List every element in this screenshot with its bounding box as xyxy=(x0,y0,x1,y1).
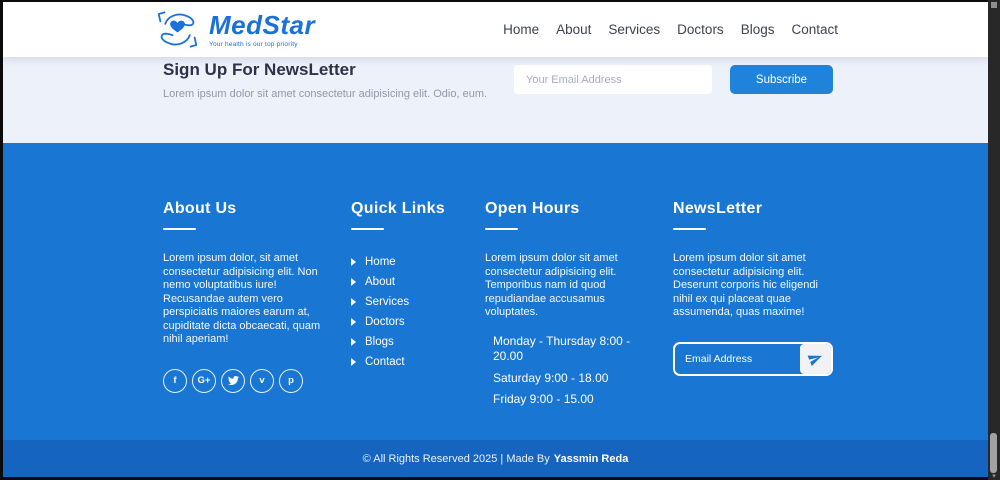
quick-link-doctors[interactable]: Doctors xyxy=(351,312,485,332)
scroll-indicator-icon xyxy=(991,2,997,8)
quick-link-blogs[interactable]: Blogs xyxy=(351,332,485,352)
about-title: About Us xyxy=(163,200,237,217)
caret-right-icon xyxy=(351,298,356,306)
hours-list: Monday - Thursday 8:00 - 20.00 Saturday … xyxy=(485,334,673,408)
heading-underline xyxy=(673,228,706,230)
navbar: MedStar Your health is our top priority … xyxy=(3,2,988,57)
caret-right-icon xyxy=(351,278,356,286)
footer-email-input[interactable] xyxy=(675,343,800,374)
browser-page: MedStar Your health is our top priority … xyxy=(3,2,988,477)
footer-email-form xyxy=(673,341,833,376)
main-nav: Home About Services Doctors Blogs Contac… xyxy=(503,22,838,37)
medstar-logo[interactable]: MedStar Your health is our top priority xyxy=(153,8,315,51)
scrollbar-thumb[interactable] xyxy=(990,433,997,473)
quick-link-contact[interactable]: Contact xyxy=(351,352,485,372)
paper-plane-icon xyxy=(807,355,822,367)
google-plus-icon[interactable]: G+ xyxy=(192,368,216,393)
vimeo-icon[interactable]: v xyxy=(250,368,274,393)
logo-tagline: Your health is our top priority xyxy=(209,40,298,48)
footer-about-column: About Us Lorem ipsum dolor, sit amet con… xyxy=(163,200,351,408)
quick-links-title: Quick Links xyxy=(351,200,445,217)
heading-underline xyxy=(485,228,518,230)
nav-link-doctors[interactable]: Doctors xyxy=(677,22,724,37)
footer: About Us Lorem ipsum dolor, sit amet con… xyxy=(3,143,988,440)
quick-links-list: Home About Services Doctors Blogs Contac… xyxy=(351,252,485,372)
nav-link-contact[interactable]: Contact xyxy=(791,22,838,37)
heading-underline xyxy=(163,228,196,230)
scrollbar-down-arrow[interactable]: ▾ xyxy=(988,473,1000,480)
logo-text: MedStar Your health is our top priority xyxy=(209,12,315,48)
footer-quick-links-column: Quick Links Home About Services Doctors … xyxy=(351,200,485,408)
footer-open-hours-column: Open Hours Lorem ipsum dolor sit amet co… xyxy=(485,200,673,408)
facebook-icon[interactable]: f xyxy=(163,368,187,393)
nav-link-blogs[interactable]: Blogs xyxy=(741,22,775,37)
open-hours-text: Lorem ipsum dolor sit amet consectetur a… xyxy=(485,252,618,318)
quick-link-services[interactable]: Services xyxy=(351,292,485,312)
caret-right-icon xyxy=(351,318,356,326)
browser-scrollbar[interactable]: ▾ xyxy=(988,0,1000,480)
social-links: f G+ v p xyxy=(163,368,351,393)
about-text: Lorem ipsum dolor, sit amet consectetur … xyxy=(163,252,321,345)
twitter-icon[interactable] xyxy=(221,368,245,393)
quick-link-about[interactable]: About xyxy=(351,272,485,292)
footer-newsletter-title: NewsLetter xyxy=(673,200,763,217)
nav-link-about[interactable]: About xyxy=(556,22,591,37)
caret-right-icon xyxy=(351,258,356,266)
hours-weekdays: Monday - Thursday 8:00 - 20.00 xyxy=(493,333,631,364)
logo-name: MedStar xyxy=(209,9,316,40)
hours-friday: Friday 9:00 - 15.00 xyxy=(493,392,594,406)
footer-newsletter-text: Lorem ipsum dolor sit amet consectetur a… xyxy=(673,252,818,318)
quick-link-home[interactable]: Home xyxy=(351,252,485,272)
pinterest-icon[interactable]: p xyxy=(279,368,303,393)
send-button[interactable] xyxy=(800,343,831,374)
author-name: Yassmin Reda xyxy=(553,452,629,465)
subscribe-button[interactable]: Subscribe xyxy=(730,65,833,94)
copyright-bar: © All Rights Reserved 2025 | Made By Yas… xyxy=(3,440,988,477)
open-hours-title: Open Hours xyxy=(485,200,580,217)
copyright-text: © All Rights Reserved 2025 | Made By xyxy=(362,452,550,465)
signup-email-input[interactable] xyxy=(514,65,712,94)
signup-title: Sign Up For NewsLetter xyxy=(163,60,356,79)
nav-link-home[interactable]: Home xyxy=(503,22,539,37)
heading-underline xyxy=(351,228,384,230)
signup-form: Subscribe xyxy=(514,65,833,94)
caret-right-icon xyxy=(351,358,356,366)
footer-newsletter-column: NewsLetter Lorem ipsum dolor sit amet co… xyxy=(673,200,838,408)
hours-saturday: Saturday 9:00 - 18.00 xyxy=(493,370,609,385)
signup-subtitle: Lorem ipsum dolor sit amet consectetur a… xyxy=(163,88,488,100)
newsletter-signup-section: Sign Up For NewsLetter Lorem ipsum dolor… xyxy=(3,57,988,143)
nav-link-services[interactable]: Services xyxy=(608,22,660,37)
hand-heart-logo-icon xyxy=(153,8,202,51)
caret-right-icon xyxy=(351,338,356,346)
signup-text: Sign Up For NewsLetter Lorem ipsum dolor… xyxy=(163,60,487,143)
